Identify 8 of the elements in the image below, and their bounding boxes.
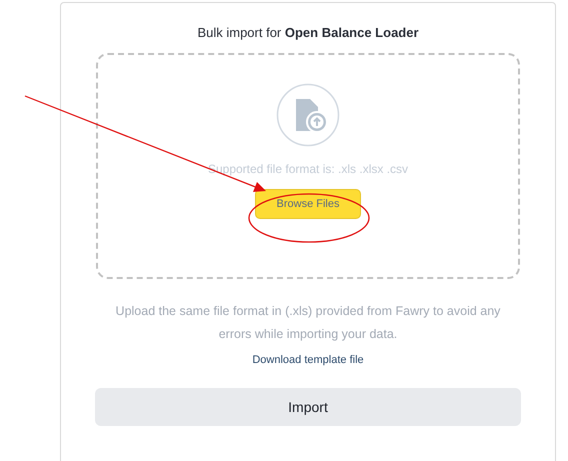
import-button[interactable]: Import	[95, 388, 521, 426]
download-template-link[interactable]: Download template file	[252, 354, 364, 366]
hint-text: Upload the same file format in (.xls) provided from Fawry to avoid any errors while importing your data.	[114, 303, 502, 343]
file-upload-icon	[276, 83, 340, 147]
dialog-title: Bulk import for Open Balance Loader	[197, 25, 419, 40]
supported-formats-text: Supported file format is: .xls .xlsx .csv	[208, 162, 408, 176]
file-dropzone[interactable]: Supported file format is: .xls .xlsx .csv Browse Files	[96, 53, 520, 279]
browse-files-button[interactable]: Browse Files	[255, 189, 361, 219]
